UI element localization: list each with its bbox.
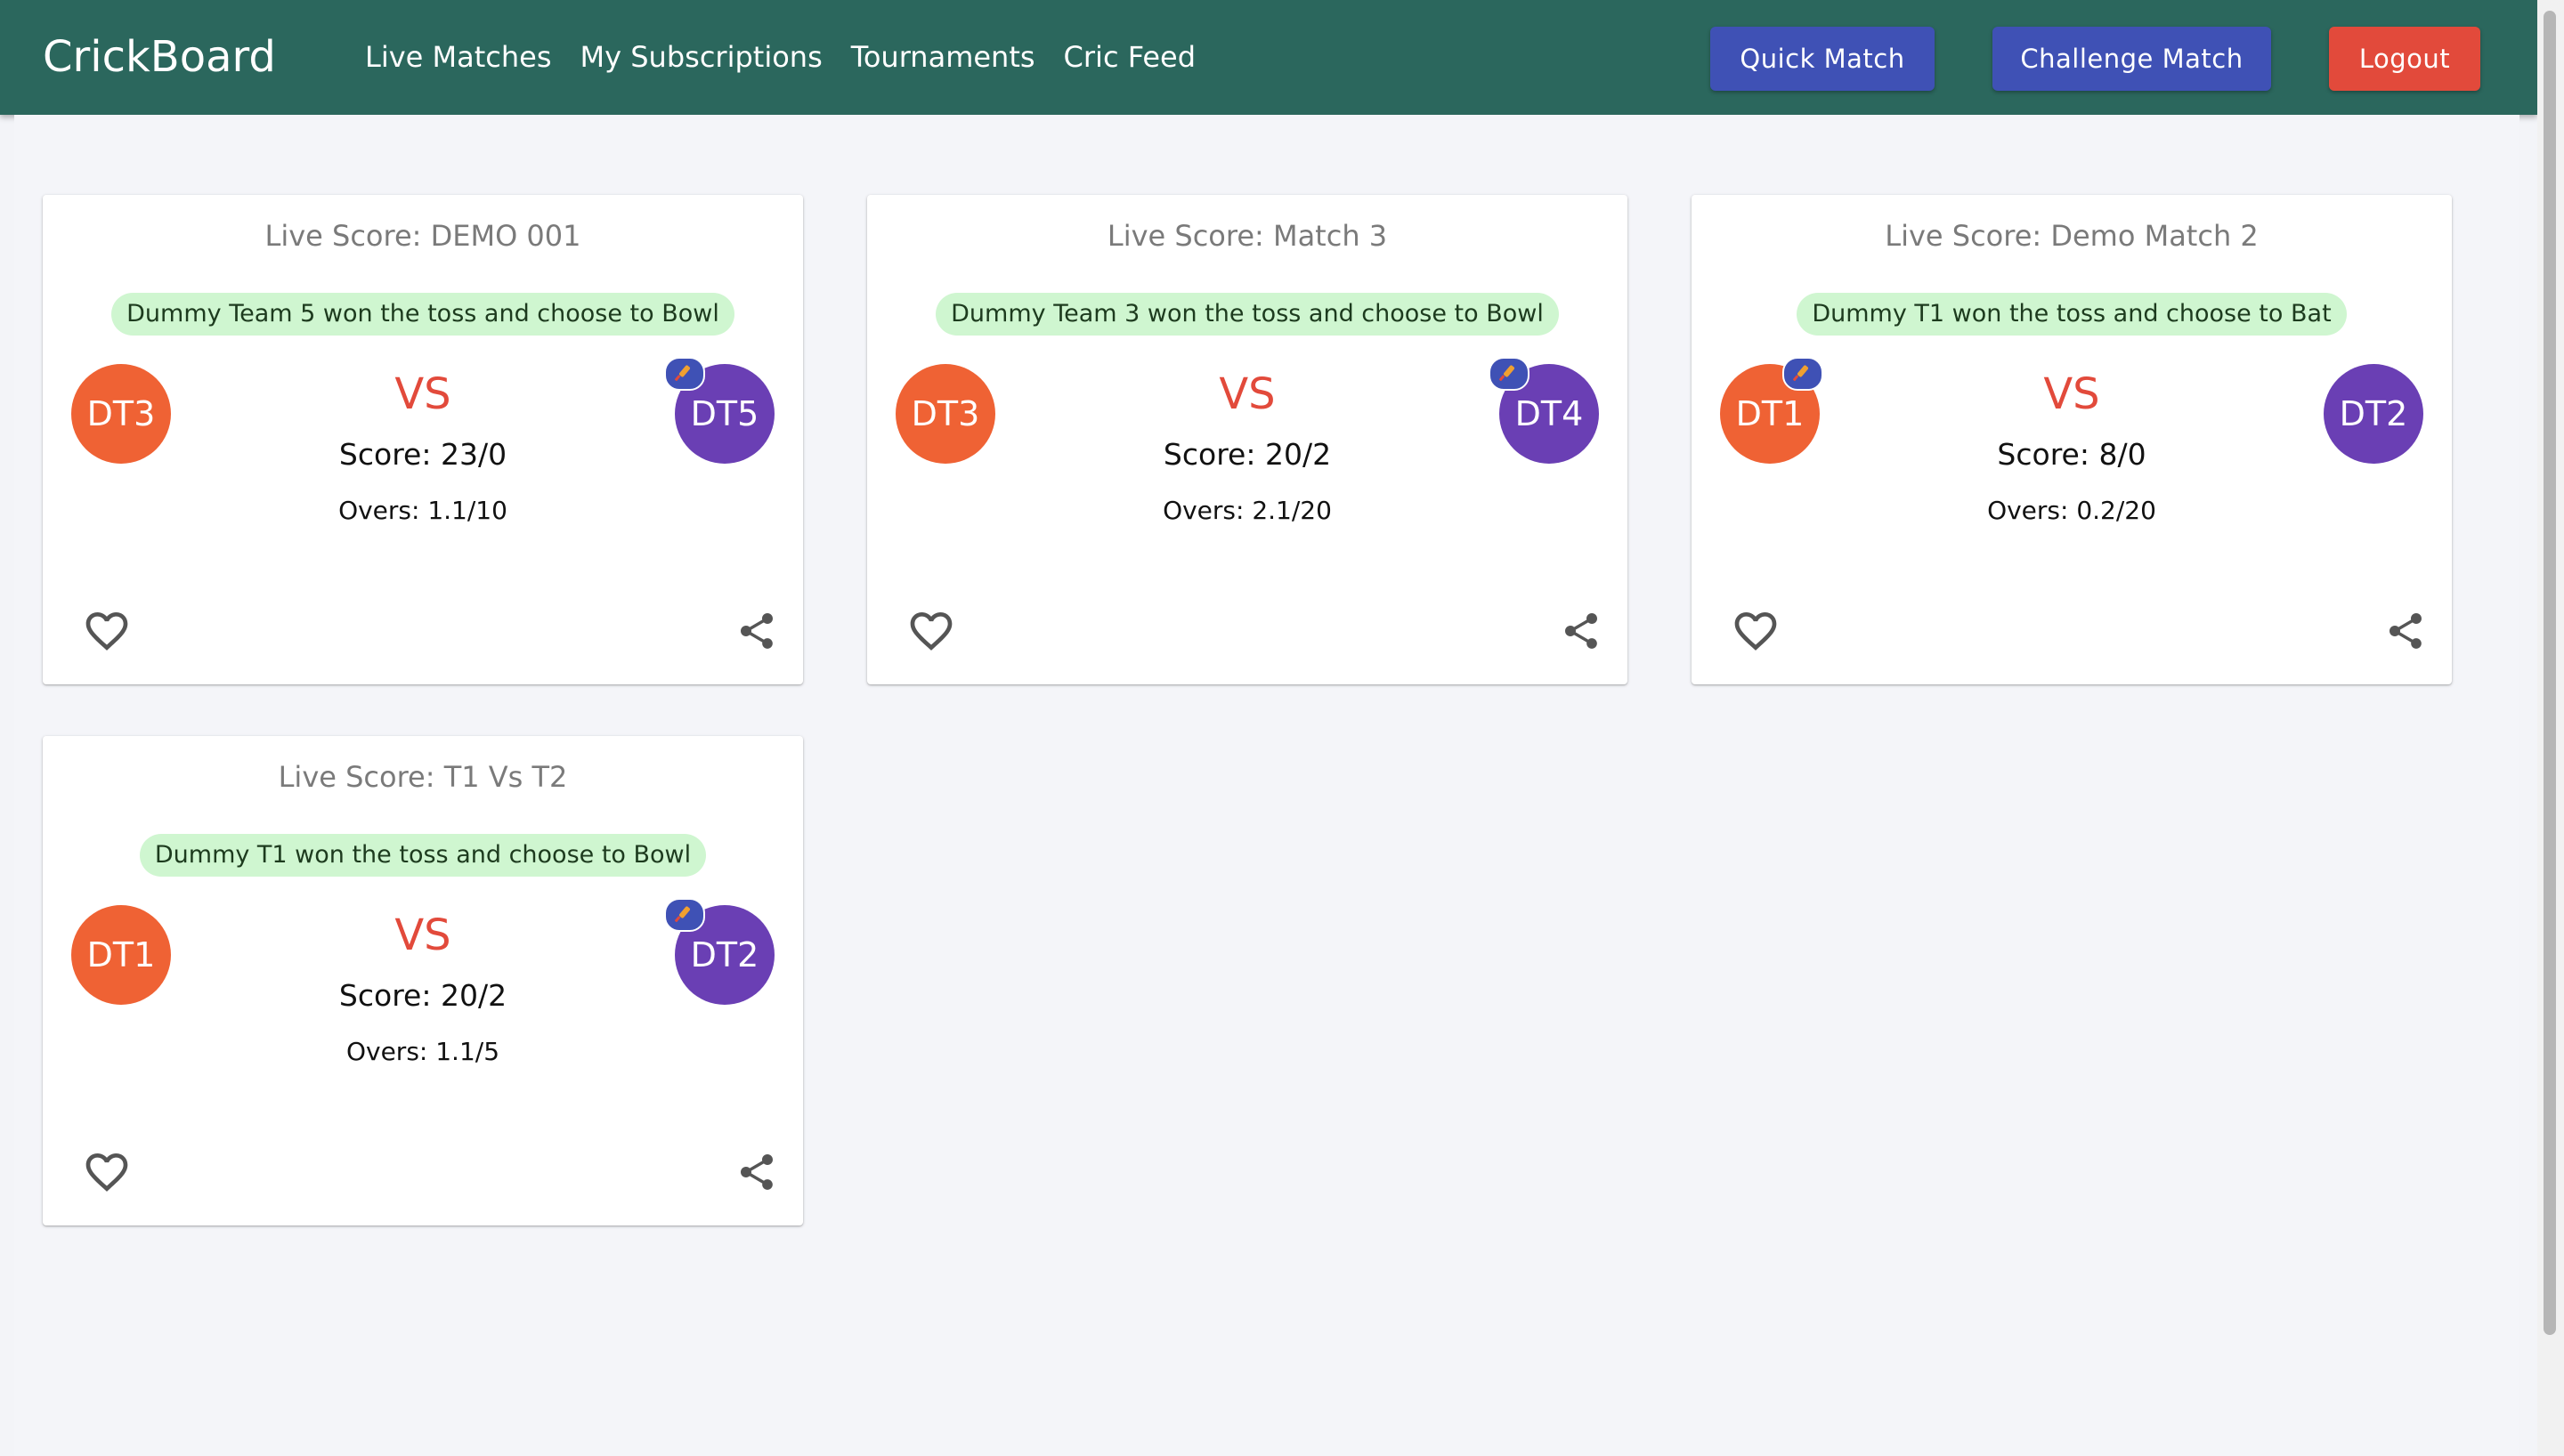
score-text: Score: 8/0 xyxy=(1997,437,2146,472)
share-icon[interactable] xyxy=(2384,610,2427,652)
toss-chip: Dummy T1 won the toss and choose to Bowl xyxy=(139,834,707,877)
nav-my-subscriptions[interactable]: My Subscriptions xyxy=(580,37,823,77)
match-card[interactable]: Live Score: DEMO 001 Dummy Team 5 won the… xyxy=(43,195,803,684)
batting-badge-icon xyxy=(1489,357,1529,391)
score-text: Score: 20/2 xyxy=(1163,437,1332,472)
share-icon[interactable] xyxy=(735,610,778,652)
favorite-heart-icon[interactable] xyxy=(82,1147,132,1197)
main-nav: Live Matches My Subscriptions Tournament… xyxy=(365,37,1196,77)
overs-text: Overs: 0.2/20 xyxy=(1987,496,2156,525)
match-card[interactable]: Live Score: Match 3 Dummy Team 3 won the … xyxy=(867,195,1627,684)
nav-tournaments[interactable]: Tournaments xyxy=(851,37,1035,77)
favorite-heart-icon[interactable] xyxy=(82,606,132,656)
favorite-heart-icon[interactable] xyxy=(906,606,956,656)
challenge-match-button[interactable]: Challenge Match xyxy=(1992,27,2271,91)
overs-text: Overs: 2.1/20 xyxy=(1163,496,1332,525)
toss-chip: Dummy Team 3 won the toss and choose to … xyxy=(936,293,1559,336)
team-b-label: DT5 xyxy=(690,394,759,433)
team-b-label: DT2 xyxy=(2339,394,2408,433)
app-bar: CrickBoard Live Matches My Subscriptions… xyxy=(0,0,2537,115)
batting-badge-icon xyxy=(664,357,705,391)
favorite-heart-icon[interactable] xyxy=(1731,606,1781,656)
cricket-bat-glyph xyxy=(675,906,690,922)
match-card[interactable]: Live Score: Demo Match 2 Dummy T1 won the… xyxy=(1692,195,2452,684)
score-text: Score: 23/0 xyxy=(338,437,507,472)
team-b-label: DT4 xyxy=(1514,394,1584,433)
batting-badge-icon xyxy=(664,898,705,932)
share-icon[interactable] xyxy=(1560,610,1602,652)
share-icon[interactable] xyxy=(735,1151,778,1193)
toss-chip: Dummy Team 5 won the toss and choose to … xyxy=(111,293,734,336)
cricket-bat-glyph xyxy=(675,365,690,381)
cricket-bat-glyph xyxy=(1499,365,1514,381)
match-title: Live Score: DEMO 001 xyxy=(264,219,581,253)
match-list: Live Score: DEMO 001 Dummy Team 5 won the… xyxy=(14,115,2519,1456)
toss-chip: Dummy T1 won the toss and choose to Bat xyxy=(1797,293,2347,336)
score-text: Score: 20/2 xyxy=(338,978,507,1013)
nav-cric-feed[interactable]: Cric Feed xyxy=(1064,37,1197,77)
match-card[interactable]: Live Score: T1 Vs T2 Dummy T1 won the tos… xyxy=(43,736,803,1225)
overs-text: Overs: 1.1/5 xyxy=(345,1037,500,1066)
overs-text: Overs: 1.1/10 xyxy=(338,496,507,525)
logout-button[interactable]: Logout xyxy=(2329,27,2480,91)
team-b-label: DT2 xyxy=(690,935,759,975)
app-title[interactable]: CrickBoard xyxy=(43,30,276,84)
nav-live-matches[interactable]: Live Matches xyxy=(365,37,552,77)
scrollbar-thumb[interactable] xyxy=(2544,11,2556,1335)
quick-match-button[interactable]: Quick Match xyxy=(1710,27,1935,91)
match-title: Live Score: Match 3 xyxy=(1107,219,1388,253)
match-title: Live Score: Demo Match 2 xyxy=(1885,219,2259,253)
match-title: Live Score: T1 Vs T2 xyxy=(278,760,568,794)
